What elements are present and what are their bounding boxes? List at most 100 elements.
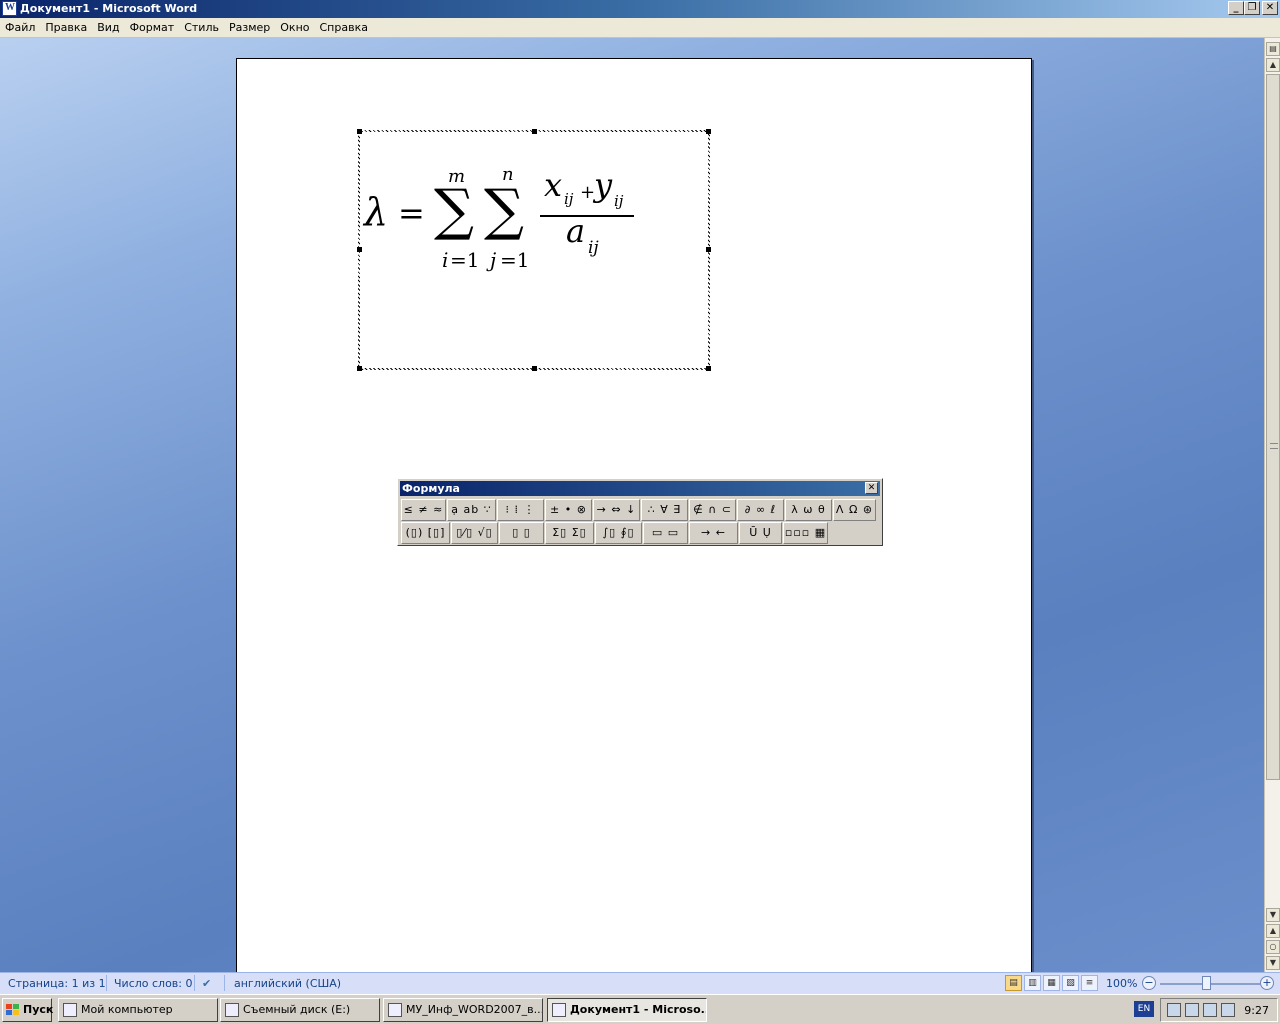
templates-palette-button-1[interactable]: ▯⁄▯ √▯ xyxy=(451,522,498,544)
templates-palette-button-4[interactable]: ∫▯ ∮▯ xyxy=(595,522,642,544)
templates-palette-button-2[interactable]: ▯ ▯ xyxy=(499,522,544,544)
security-icon[interactable] xyxy=(1221,1003,1235,1017)
templates-palette-button-7[interactable]: Ū Ụ xyxy=(739,522,782,544)
templates-palette-button-0[interactable]: (▯) [▯] xyxy=(401,522,450,544)
zoom-slider-thumb[interactable] xyxy=(1202,976,1211,990)
zoom-in-button[interactable]: + xyxy=(1260,976,1274,990)
sum-i-lower-rest: =1 xyxy=(450,248,480,272)
resize-handle-nw[interactable] xyxy=(357,129,362,134)
resize-handle-sw[interactable] xyxy=(357,366,362,371)
clock[interactable]: 9:27 xyxy=(1244,1004,1269,1017)
vertical-scrollbar[interactable]: ▤ ▲ ▼ ▲ ○ ▼ xyxy=(1264,38,1280,972)
toolbar-close-button[interactable]: ✕ xyxy=(865,482,878,494)
menu-item-4[interactable]: Стиль xyxy=(179,18,224,38)
menu-item-5[interactable]: Размер xyxy=(224,18,275,38)
resize-handle-se[interactable] xyxy=(706,366,711,371)
task-word-manual[interactable]: МУ_Инф_WORD2007_в... xyxy=(383,998,543,1022)
computer-icon xyxy=(63,1003,77,1017)
task-my-computer[interactable]: Мой компьютер xyxy=(58,998,218,1022)
symbols-palette-button-7[interactable]: ∂ ∞ ℓ xyxy=(737,499,784,521)
proofing-icon[interactable]: ✔ xyxy=(202,977,211,990)
templates-palette-button-6[interactable]: → ← xyxy=(689,522,738,544)
symbols-palette-button-1[interactable]: ạ ab ∵ xyxy=(447,499,496,521)
tray-app-icon[interactable] xyxy=(1167,1003,1181,1017)
symbols-palette-button-4[interactable]: → ⇔ ↓ xyxy=(593,499,640,521)
minimize-button[interactable]: _ xyxy=(1228,1,1244,15)
templates-palette-button-8[interactable]: ▫▫▫ ▦ xyxy=(783,522,828,544)
toolbar-title-bar[interactable]: Формула ✕ xyxy=(400,481,880,496)
resize-handle-w[interactable] xyxy=(357,247,362,252)
symbols-palette-button-5[interactable]: ∴ ∀ ∃ xyxy=(641,499,688,521)
templates-palette-button-3[interactable]: Σ▯ Σ▯ xyxy=(545,522,594,544)
sum-j-lower-rest: =1 xyxy=(500,248,530,272)
task-label: Съемный диск (E:) xyxy=(243,1003,351,1016)
resize-handle-s[interactable] xyxy=(532,366,537,371)
numerator-y: y xyxy=(594,166,613,204)
sum-j-upper: n xyxy=(502,164,514,185)
task-label: Документ1 - Microso... xyxy=(570,1003,707,1016)
menu-item-6[interactable]: Окно xyxy=(275,18,314,38)
zoom-out-button[interactable]: − xyxy=(1142,976,1156,990)
numerator-x: x xyxy=(544,166,563,204)
numerator-x-subscript: ij xyxy=(564,190,574,208)
task-document1[interactable]: Документ1 - Microso... xyxy=(547,998,707,1022)
numerator-plus: + xyxy=(580,182,596,203)
symbols-palette-button-0[interactable]: ≤ ≠ ≈ xyxy=(401,499,446,521)
scroll-thumb[interactable] xyxy=(1266,74,1280,780)
sum-sign-j: ∑ xyxy=(484,178,524,243)
ruler-toggle-icon[interactable]: ▤ xyxy=(1266,42,1280,56)
print-layout-view-icon[interactable]: ▤ xyxy=(1005,975,1022,991)
page-count[interactable]: Страница: 1 из 1 xyxy=(8,977,106,990)
language-indicator[interactable]: английский (США) xyxy=(234,977,341,990)
web-layout-view-icon[interactable]: ▦ xyxy=(1043,975,1060,991)
menu-item-1[interactable]: Правка xyxy=(40,18,92,38)
safely-remove-hardware-icon[interactable] xyxy=(1203,1003,1217,1017)
resize-handle-ne[interactable] xyxy=(706,129,711,134)
templates-palette-button-5[interactable]: ▭ ▭ xyxy=(643,522,688,544)
symbols-palette-button-3[interactable]: ± • ⊗ xyxy=(545,499,592,521)
resize-handle-n[interactable] xyxy=(532,129,537,134)
grip-icon xyxy=(1270,443,1278,449)
symbols-palette-button-6[interactable]: ∉ ∩ ⊂ xyxy=(689,499,736,521)
scroll-up-button[interactable]: ▲ xyxy=(1266,58,1280,72)
menu-item-0[interactable]: Файл xyxy=(0,18,40,38)
equation-equals: = xyxy=(398,194,425,232)
fraction-bar xyxy=(540,215,634,217)
restore-button[interactable]: ❐ xyxy=(1244,1,1260,15)
close-button[interactable]: ✕ xyxy=(1262,1,1278,15)
full-screen-reading-view-icon[interactable]: ▥ xyxy=(1024,975,1041,991)
scroll-down-button[interactable]: ▼ xyxy=(1266,908,1280,922)
browse-next-button[interactable]: ▼ xyxy=(1266,956,1280,970)
task-label: МУ_Инф_WORD2007_в... xyxy=(406,1003,543,1016)
taskbar: Пуск Мой компьютер Съемный диск (E:) МУ_… xyxy=(0,994,1280,1024)
status-separator xyxy=(106,975,107,991)
menu-item-7[interactable]: Справка xyxy=(315,18,373,38)
browse-previous-button[interactable]: ▲ xyxy=(1266,924,1280,938)
denominator-a-subscript: ij xyxy=(588,238,599,258)
sum-i-upper: m xyxy=(448,166,466,187)
start-button[interactable]: Пуск xyxy=(2,998,53,1022)
zoom-level[interactable]: 100% xyxy=(1106,977,1137,990)
symbols-palette-button-9[interactable]: Λ Ω ⊛ xyxy=(833,499,876,521)
outline-view-icon[interactable]: ▧ xyxy=(1062,975,1079,991)
task-removable-disk[interactable]: Съемный диск (E:) xyxy=(220,998,380,1022)
browse-object-button[interactable]: ○ xyxy=(1266,940,1280,954)
menu-item-3[interactable]: Формат xyxy=(125,18,180,38)
equation-object[interactable]: λ = ∑ m i =1 ∑ n j =1 x ij + y ij a ij xyxy=(358,130,710,370)
word-count[interactable]: Число слов: 0 xyxy=(114,977,193,990)
status-separator xyxy=(224,975,225,991)
symbols-palette-button-8[interactable]: λ ω θ xyxy=(785,499,832,521)
sum-sign-i: ∑ xyxy=(434,178,474,243)
network-icon[interactable] xyxy=(1185,1003,1199,1017)
menu-item-2[interactable]: Вид xyxy=(92,18,124,38)
resize-handle-e[interactable] xyxy=(706,247,711,252)
symbols-palette-button-2[interactable]: ⁝ ⁞ ⋮ xyxy=(497,499,544,521)
denominator-a: a xyxy=(566,212,586,250)
symbols-palette-row: ≤ ≠ ≈ ạ ab ∵ ⁝ ⁞ ⋮ ± • ⊗ → ⇔ ↓ ∴ ∀ ∃ ∉ ∩ ⊂ ∂ ∞ … xyxy=(401,499,881,522)
draft-view-icon[interactable]: ≡ xyxy=(1081,975,1098,991)
word-document-icon xyxy=(552,1003,566,1017)
equation-lambda: λ xyxy=(364,190,389,234)
word-app-icon[interactable]: W xyxy=(2,1,17,16)
system-tray: 9:27 xyxy=(1160,998,1278,1022)
language-bar[interactable]: EN xyxy=(1134,1001,1154,1017)
